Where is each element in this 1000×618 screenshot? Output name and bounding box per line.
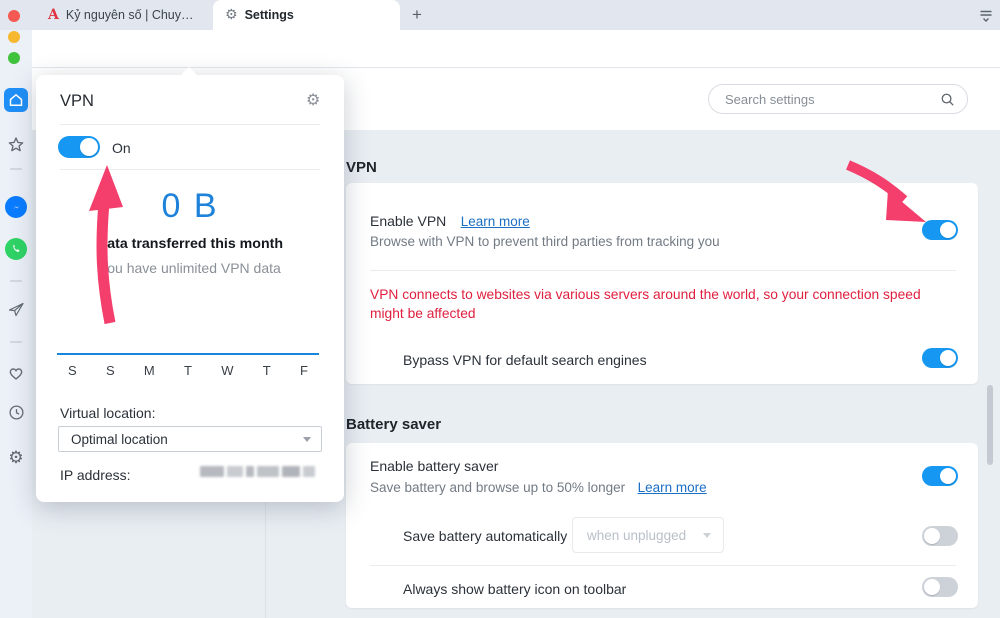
settings-favicon-gear-icon: ⚙ — [225, 8, 238, 22]
star-icon — [7, 136, 25, 154]
virtual-location-select[interactable]: Optimal location — [58, 426, 322, 452]
tab-menu-icon[interactable] — [978, 8, 994, 24]
whatsapp-icon — [10, 243, 22, 255]
gear-icon: ⚙ — [8, 448, 23, 468]
virtual-location-label: Virtual location: — [60, 405, 155, 421]
sidebar-divider — [10, 341, 22, 343]
usage-chart-day-labels: SS MT WT F — [57, 363, 319, 378]
new-tab-button[interactable]: + — [406, 4, 428, 26]
clock-icon — [8, 404, 25, 421]
vpn-learn-more-link[interactable]: Learn more — [461, 214, 530, 229]
battery-auto-toggle — [922, 526, 958, 546]
sidebar-item-personal-news[interactable] — [0, 136, 32, 154]
enable-battery-label: Enable battery saver — [370, 458, 498, 474]
sidebar-divider — [10, 280, 22, 282]
tab-title: Kỷ nguyên số | Chuyên mục C — [66, 8, 200, 22]
battery-description: Save battery and browse up to 50% longer — [370, 480, 625, 495]
chevron-down-icon — [303, 437, 311, 442]
enable-vpn-label: Enable VPN — [370, 213, 446, 229]
search-icon — [940, 92, 955, 107]
page-scrollbar[interactable] — [987, 385, 993, 465]
messenger-icon — [10, 201, 23, 214]
home-icon — [8, 92, 24, 108]
card-divider — [370, 565, 956, 566]
ip-address-redacted — [200, 466, 315, 477]
popup-toggle-label: On — [112, 140, 131, 156]
popup-vpn-toggle[interactable] — [58, 136, 100, 158]
sidebar-divider — [10, 168, 22, 170]
card-divider — [370, 270, 956, 271]
enable-vpn-row: Enable VPN Learn more — [370, 213, 530, 231]
popup-settings-gear-icon[interactable]: ⚙ — [306, 90, 320, 109]
annotation-arrow-up — [86, 163, 132, 331]
vpn-warning-text: VPN connects to websites via various ser… — [370, 285, 956, 323]
usage-chart-line — [57, 353, 319, 355]
close-window-button[interactable] — [8, 10, 20, 22]
battery-icon-toggle[interactable] — [922, 577, 958, 597]
popup-title: VPN — [60, 92, 94, 111]
battery-auto-dropdown: when unplugged — [572, 517, 724, 553]
search-settings-input[interactable]: Search settings — [708, 84, 968, 114]
vpn-popup: VPN ⚙ On 0 B Data transferred this month… — [36, 75, 344, 502]
minimize-window-button[interactable] — [8, 31, 20, 43]
bypass-vpn-toggle[interactable] — [922, 348, 958, 368]
ip-address-label: IP address: — [60, 467, 131, 483]
enable-battery-toggle[interactable] — [922, 466, 958, 486]
paper-plane-icon — [7, 300, 25, 318]
battery-description-row: Save battery and browse up to 50% longer… — [370, 479, 707, 497]
sidebar-item-whatsapp[interactable] — [5, 238, 27, 260]
zoom-window-button[interactable] — [8, 52, 20, 64]
battery-auto-value: when unplugged — [587, 528, 686, 543]
popup-notch — [180, 67, 198, 76]
battery-section-heading: Battery saver — [346, 416, 441, 433]
popup-divider — [60, 124, 320, 125]
battery-icon-label: Always show battery icon on toolbar — [403, 581, 626, 597]
tab-title: Settings — [245, 8, 294, 22]
battery-auto-label: Save battery automatically — [403, 528, 567, 544]
tab-news-site[interactable]: A Kỷ nguyên số | Chuyên mục C — [36, 0, 212, 30]
sidebar-item-history[interactable] — [0, 404, 32, 421]
data-transferred-amount: 0 B — [36, 187, 344, 226]
tab-settings[interactable]: ⚙ Settings — [213, 0, 400, 30]
battery-learn-more-link[interactable]: Learn more — [638, 480, 707, 495]
sidebar-item-bookmarks[interactable] — [0, 364, 32, 381]
annotation-arrow-down-right — [840, 160, 940, 230]
news-site-favicon: A — [48, 8, 59, 22]
bypass-vpn-label: Bypass VPN for default search engines — [403, 352, 647, 368]
sidebar-item-speed-dial[interactable] — [4, 88, 28, 112]
address-toolbar — [32, 30, 1000, 68]
data-transferred-caption: Data transferred this month — [36, 236, 344, 252]
chevron-down-icon — [703, 533, 711, 538]
heart-icon — [7, 364, 25, 381]
vpn-section-heading: VPN — [346, 159, 377, 176]
virtual-location-value: Optimal location — [71, 432, 168, 447]
sidebar-item-settings[interactable]: ⚙ — [0, 448, 32, 468]
enable-vpn-description: Browse with VPN to prevent third parties… — [370, 234, 720, 249]
search-placeholder: Search settings — [725, 92, 940, 107]
unlimited-data-note: You have unlimited VPN data — [36, 260, 344, 276]
sidebar-item-my-flow[interactable] — [0, 300, 32, 318]
sidebar-item-messenger[interactable] — [5, 196, 27, 218]
